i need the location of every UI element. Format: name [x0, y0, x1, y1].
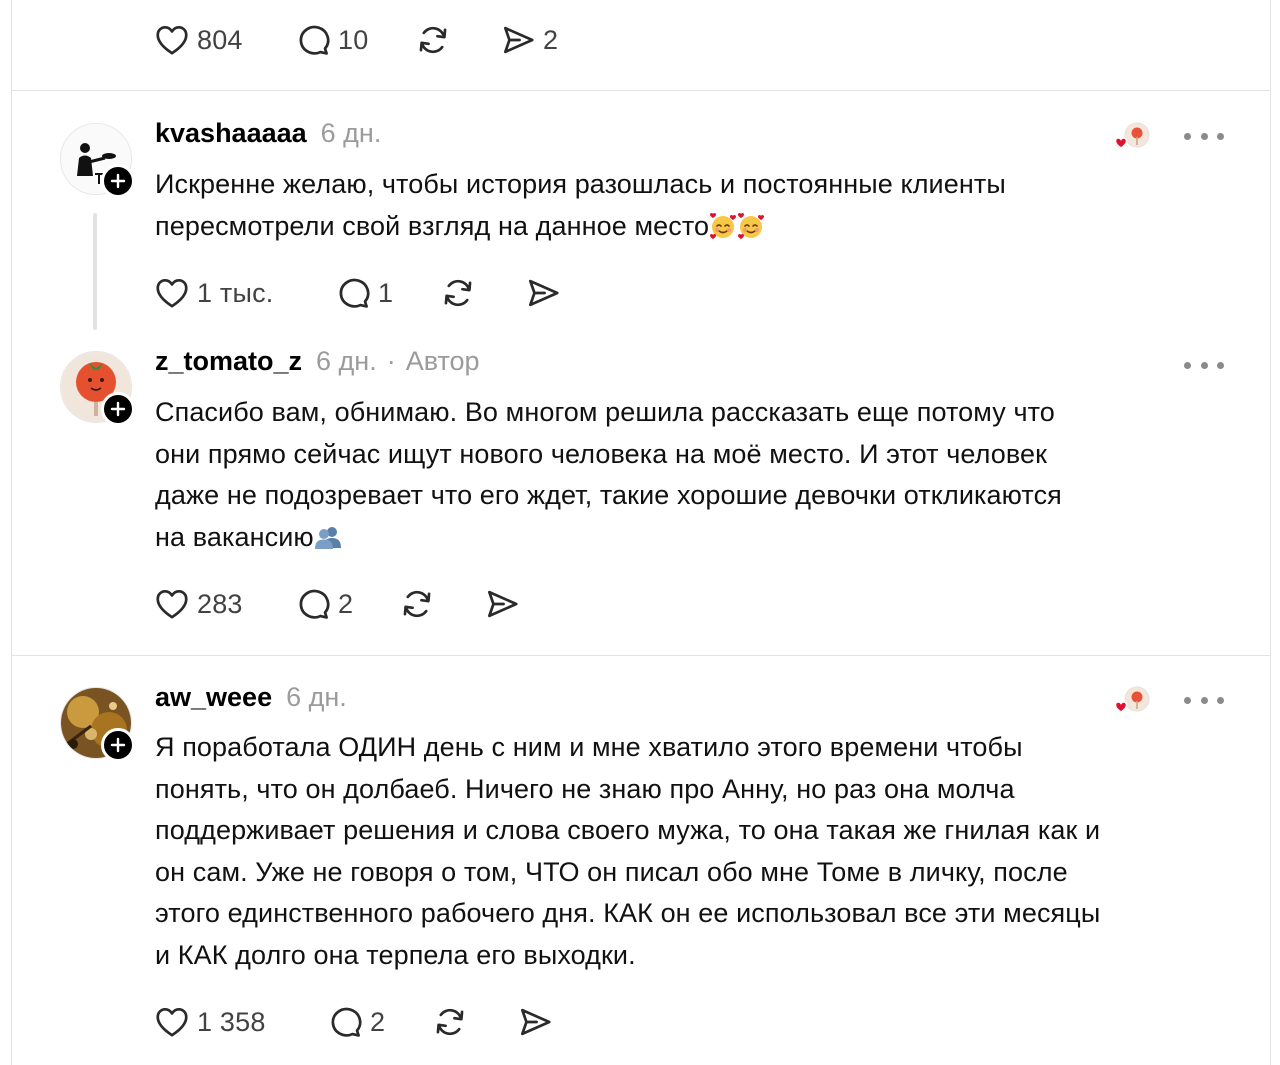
comment-bubble-icon	[326, 1003, 364, 1041]
top-post-actions: 804 10 2	[153, 18, 853, 62]
more-dots-icon	[1184, 361, 1191, 369]
reply-button[interactable]: 2	[294, 582, 353, 626]
comment-bubble-icon	[334, 274, 372, 312]
more-dots-icon	[1184, 696, 1191, 704]
smiling-face-with-hearts-icon	[737, 212, 765, 240]
comment-line: Я поработала ОДИН день с ним и мне хвати…	[155, 732, 1023, 762]
busts-in-silhouette-icon	[314, 523, 342, 551]
share-button[interactable]	[516, 1000, 554, 1044]
top-post-like-button[interactable]: 804	[153, 18, 243, 62]
top-post-reply-button[interactable]: 10	[294, 18, 368, 62]
comment-line: пересмотрели свой взгляд на данное место	[155, 210, 710, 241]
author-badge: Автор	[405, 346, 480, 376]
like-button[interactable]: 1 358	[153, 1000, 266, 1044]
timestamp[interactable]: 6 дн.	[286, 682, 347, 713]
send-icon	[483, 585, 521, 623]
heart-icon	[153, 1003, 191, 1041]
follow-button[interactable]	[101, 164, 135, 198]
comment-feed: 804 10 2 kvashaaaaa 6 дн. Искренне желаю…	[11, 0, 1271, 1065]
divider	[12, 655, 1270, 656]
comment-text: Искренне желаю, чтобы история разошлась …	[155, 164, 1235, 247]
like-count: 283	[197, 588, 243, 619]
comment-line: этого единственного рабочего дня. КАК он…	[155, 898, 1101, 928]
timestamp[interactable]: 6 дн.	[316, 346, 377, 377]
separator: ·	[386, 346, 396, 376]
follow-button[interactable]	[101, 728, 135, 762]
comment-actions: 1 тыс. 1	[153, 271, 853, 315]
liked-by-author-indicator	[1106, 119, 1156, 155]
divider	[12, 90, 1270, 91]
username[interactable]: kvashaaaaa	[155, 118, 307, 149]
username[interactable]: aw_weee	[155, 682, 272, 713]
reply-count: 1	[378, 277, 394, 308]
repost-button[interactable]	[398, 582, 436, 626]
comment-line: понять, что он долбаеб. Ничего не знаю п…	[155, 773, 1015, 804]
reply-count: 2	[338, 588, 354, 619]
top-post-repost-button[interactable]	[414, 18, 452, 62]
comment-text: Спасибо вам, обнимаю. Во многом решила р…	[155, 392, 1235, 558]
reply-button[interactable]: 2	[326, 1000, 385, 1044]
repost-button[interactable]	[431, 1000, 469, 1044]
comment-line: он сам. Уже не говоря о том, ЧТО он писа…	[155, 856, 1068, 887]
share-button[interactable]	[483, 582, 521, 626]
timestamp[interactable]: 6 дн.	[321, 118, 382, 149]
like-count: 1 358	[197, 1006, 266, 1037]
plus-icon	[109, 172, 127, 190]
heart-icon	[153, 274, 191, 312]
liked-by-author-indicator	[1106, 683, 1156, 719]
comment-actions: 1 358 2	[153, 1000, 853, 1044]
more-options-button[interactable]	[1184, 124, 1224, 148]
like-button[interactable]: 283	[153, 582, 243, 626]
comment-header: kvashaaaaa 6 дн.	[155, 118, 381, 158]
share-button[interactable]	[524, 271, 562, 315]
repost-button[interactable]	[439, 271, 477, 315]
reply-button[interactable]: 1	[334, 271, 393, 315]
comment-actions: 283 2	[153, 582, 853, 626]
send-icon	[524, 274, 562, 312]
repost-icon	[398, 585, 436, 623]
send-icon	[499, 21, 537, 59]
like-button[interactable]: 1 тыс.	[153, 271, 274, 315]
repost-icon	[431, 1003, 469, 1041]
reply-count: 2	[370, 1006, 386, 1037]
reply-count: 10	[338, 24, 369, 55]
share-count: 2	[543, 24, 559, 55]
smiling-face-with-hearts-icon	[709, 212, 737, 240]
comment-line: Искренне желаю, чтобы история разошлась …	[155, 169, 1006, 199]
heart-icon	[153, 21, 191, 59]
plus-icon	[109, 736, 127, 754]
comment-line: Спасибо вам, обнимаю. Во многом решила р…	[155, 397, 1055, 427]
comment-header: aw_weee 6 дн.	[155, 682, 347, 722]
username[interactable]: z_tomato_z	[155, 346, 302, 377]
author-liked-heart-icon	[1106, 119, 1156, 155]
more-dots-icon	[1184, 132, 1191, 140]
comment-header: z_tomato_z 6 дн. · Автор	[155, 346, 480, 386]
repost-icon	[439, 274, 477, 312]
heart-icon	[153, 585, 191, 623]
plus-icon	[109, 400, 127, 418]
more-options-button[interactable]	[1184, 688, 1224, 712]
like-count: 804	[197, 24, 243, 55]
thread-line	[93, 213, 97, 330]
comment-line: даже не подозревает что его ждет, такие …	[155, 480, 1062, 510]
top-post-share-button[interactable]: 2	[499, 18, 558, 62]
author-liked-heart-icon	[1106, 683, 1156, 719]
send-icon	[516, 1003, 554, 1041]
comment-bubble-icon	[294, 21, 332, 59]
comment-line: и КАК долго она терпела его выходки.	[155, 939, 636, 970]
comment-line: поддерживает решения и слова своего мужа…	[155, 815, 1101, 845]
comment-text: Я поработала ОДИН день с ним и мне хвати…	[155, 727, 1235, 976]
comment-bubble-icon	[294, 585, 332, 623]
like-count: 1 тыс.	[197, 277, 274, 308]
comment-line: на вакансию	[155, 521, 314, 552]
comment-line: они прямо сейчас ищут нового человека на…	[155, 438, 1048, 469]
more-options-button[interactable]	[1184, 353, 1224, 377]
follow-button[interactable]	[101, 392, 135, 426]
repost-icon	[414, 21, 452, 59]
